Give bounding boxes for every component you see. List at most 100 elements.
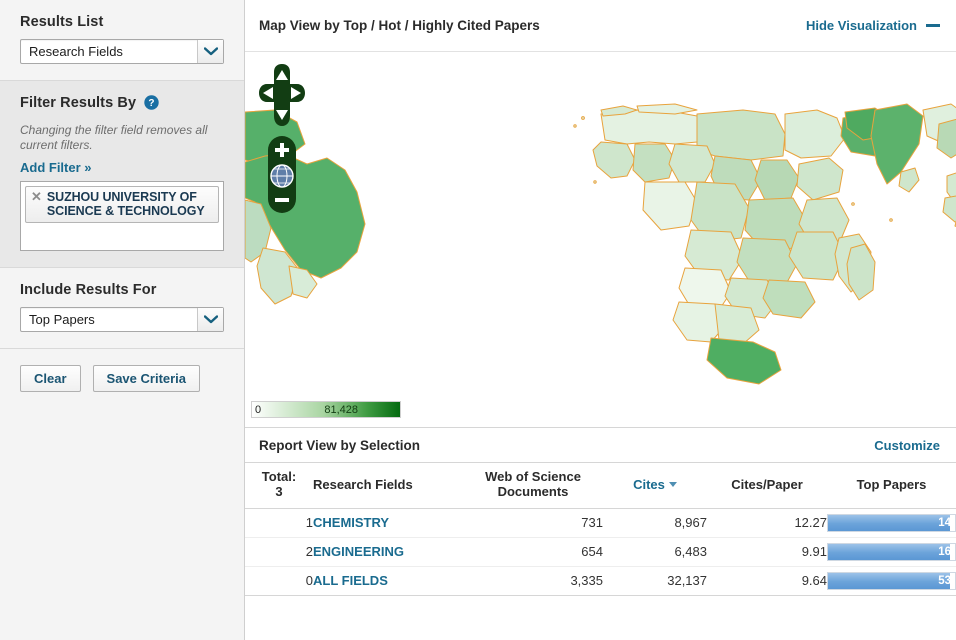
top-papers-value: 14 — [938, 516, 951, 529]
page-root: Results List Research Fields Filter Resu… — [0, 0, 956, 640]
pan-control[interactable] — [259, 64, 305, 126]
row-rank: 1 — [245, 508, 313, 538]
save-criteria-button[interactable]: Save Criteria — [92, 364, 201, 392]
report-table-header: Total: 3 Research Fields Web of Science … — [245, 462, 956, 509]
wos-line1: Web of Science — [485, 469, 581, 484]
top-papers-value: 53 — [938, 574, 951, 587]
report-table-body: 1 CHEMISTRY 731 8,967 12.27 14 2 ENGINEERING 654… — [245, 508, 956, 596]
legend-max-label: 81,428 — [324, 403, 358, 416]
row-cites-per-paper: 9.64 — [707, 566, 827, 596]
row-field-link[interactable]: CHEMISTRY — [313, 515, 389, 530]
map-nav-controls[interactable] — [259, 64, 305, 213]
filter-chip-list: ✕ SUZHOU UNIVERSITY OF SCIENCE & TECHNOL… — [20, 180, 224, 251]
top-papers-bar-track: 53 — [827, 571, 956, 590]
report-table: Total: 3 Research Fields Web of Science … — [245, 462, 956, 596]
column-total: Total: 3 — [245, 462, 313, 509]
row-cites: 8,967 — [603, 508, 707, 538]
report-view: Report View by Selection Customize Total… — [245, 427, 956, 596]
row-top-papers-cell: 16 — [827, 537, 956, 567]
help-icon[interactable]: ? — [144, 95, 159, 114]
chevron-down-icon[interactable] — [197, 307, 223, 331]
zoom-control[interactable] — [264, 136, 300, 213]
row-top-papers-cell: 14 — [827, 508, 956, 538]
row-cites-per-paper: 12.27 — [707, 508, 827, 538]
row-field-link[interactable]: ENGINEERING — [313, 544, 404, 559]
pan-arrows-icon[interactable] — [259, 64, 305, 126]
row-cites-per-paper: 9.91 — [707, 537, 827, 567]
visualization-header: Map View by Top / Hot / Highly Cited Pap… — [245, 0, 956, 52]
chevron-down-glyph — [203, 315, 218, 323]
column-wos-documents[interactable]: Web of Science Documents — [463, 462, 603, 509]
help-icon-glyph: ? — [144, 95, 159, 110]
report-title: Report View by Selection — [259, 437, 421, 453]
top-papers-value: 16 — [938, 545, 951, 558]
sidebar: Results List Research Fields Filter Resu… — [0, 0, 245, 640]
report-header: Report View by Selection Customize — [245, 428, 956, 462]
top-papers-bar-fill — [828, 514, 950, 531]
chevron-down-glyph — [203, 47, 218, 56]
top-papers-bar-fill — [828, 543, 950, 560]
clear-button[interactable]: Clear — [20, 364, 81, 392]
minus-icon — [926, 24, 940, 27]
filter-chip-label: SUZHOU UNIVERSITY OF SCIENCE & TECHNOLOG… — [46, 189, 205, 218]
filter-results-label: Filter Results By — [20, 95, 137, 111]
include-results-section: Include Results For Top Papers — [0, 267, 244, 349]
row-cites: 6,483 — [603, 537, 707, 567]
filter-chip[interactable]: ✕ SUZHOU UNIVERSITY OF SCIENCE & TECHNOL… — [25, 185, 219, 223]
svg-text:?: ? — [149, 98, 155, 109]
table-row[interactable]: 0 ALL FIELDS 3,335 32,137 9.64 53 — [245, 566, 956, 596]
results-list-title: Results List — [20, 14, 104, 30]
row-rank: 0 — [245, 566, 313, 596]
visualization-title: Map View by Top / Hot / Highly Cited Pap… — [259, 18, 540, 33]
top-papers-bar-track: 14 — [827, 513, 956, 532]
top-papers-bar-track: 16 — [827, 542, 956, 561]
map-view[interactable]: 0 81,428 — [245, 52, 956, 427]
row-field-cell: ALL FIELDS — [313, 566, 463, 596]
row-field-link[interactable]: ALL FIELDS — [313, 573, 388, 588]
column-top-papers[interactable]: Top Papers — [827, 462, 956, 509]
filter-results-section: Filter Results By ? Changing the filter … — [0, 81, 244, 268]
map-legend: 0 81,428 — [251, 401, 401, 418]
results-list-section: Results List Research Fields — [0, 0, 244, 81]
row-field-cell: ENGINEERING — [313, 537, 463, 567]
row-documents: 654 — [463, 537, 603, 567]
filter-results-title: Filter Results By ? — [20, 95, 224, 114]
table-row[interactable]: 2 ENGINEERING 654 6,483 9.91 16 — [245, 537, 956, 567]
legend-min-label: 0 — [255, 403, 262, 416]
row-documents: 731 — [463, 508, 603, 538]
hide-visualization-link[interactable]: Hide Visualization — [806, 18, 940, 33]
column-cites-per-paper[interactable]: Cites/Paper — [707, 462, 827, 509]
add-filter-link[interactable]: Add Filter » — [20, 160, 92, 175]
table-row[interactable]: 1 CHEMISTRY 731 8,967 12.27 14 — [245, 508, 956, 538]
include-results-select[interactable]: Top Papers — [20, 306, 224, 332]
column-research-fields[interactable]: Research Fields — [313, 462, 463, 509]
cites-sort-label[interactable]: Cites — [633, 477, 665, 492]
close-icon[interactable]: ✕ — [31, 189, 42, 204]
total-label: Total: — [261, 469, 297, 484]
include-results-title: Include Results For — [20, 281, 157, 298]
column-cites[interactable]: Cites — [603, 462, 707, 509]
globe-icon — [270, 164, 294, 188]
filter-note: Changing the filter field removes all cu… — [20, 123, 208, 153]
row-rank: 2 — [245, 537, 313, 567]
top-papers-bar-fill — [828, 572, 950, 589]
results-list-selected-value: Research Fields — [29, 44, 123, 59]
row-field-cell: CHEMISTRY — [313, 508, 463, 538]
include-results-selected-value: Top Papers — [29, 311, 95, 327]
total-value: 3 — [275, 483, 283, 499]
row-top-papers-cell: 53 — [827, 566, 956, 596]
minus-icon — [275, 198, 289, 202]
results-list-select[interactable]: Research Fields — [20, 39, 224, 64]
hide-visualization-label: Hide Visualization — [805, 18, 917, 33]
world-map[interactable] — [245, 52, 956, 427]
header-row: Total: 3 Research Fields Web of Science … — [245, 462, 956, 509]
row-documents: 3,335 — [463, 566, 603, 596]
zoom-slider[interactable] — [264, 136, 300, 213]
caret-down-icon — [668, 482, 677, 488]
chevron-down-icon[interactable] — [197, 40, 223, 63]
row-cites: 32,137 — [603, 566, 707, 596]
main-panel: Map View by Top / Hot / Highly Cited Pap… — [245, 0, 956, 640]
wos-line2: Documents — [497, 483, 569, 499]
customize-link[interactable]: Customize — [874, 438, 940, 453]
sidebar-actions: Clear Save Criteria — [0, 349, 244, 408]
